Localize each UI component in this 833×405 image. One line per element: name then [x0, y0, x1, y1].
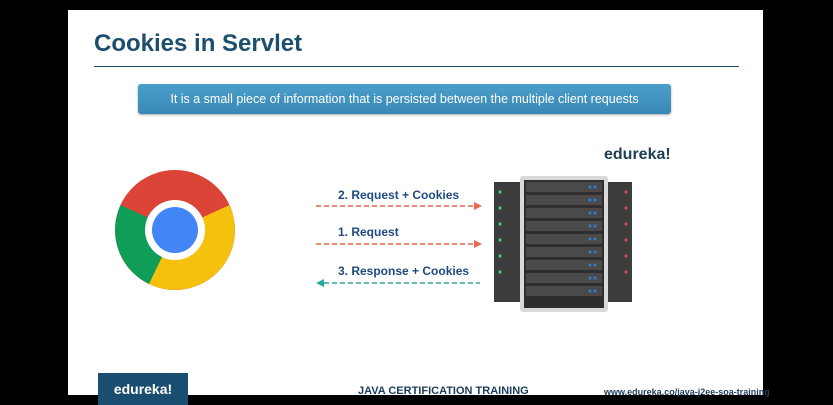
footer-course-title: JAVA CERTIFICATION TRAINING: [358, 385, 529, 397]
footer-logo: edureka!: [98, 373, 188, 405]
brand-logo-text: edureka!: [604, 146, 671, 163]
definition-banner: It is a small piece of information that …: [138, 84, 671, 114]
server-rack-icon: [424, 168, 636, 319]
slide-title: Cookies in Servlet: [94, 30, 303, 57]
footer-url: www.edureka.co/java-j2ee-soa-training: [604, 387, 770, 397]
arrow-label-request: 1. Request: [338, 225, 399, 239]
chrome-browser-icon: [113, 168, 237, 297]
title-divider: [94, 66, 739, 67]
